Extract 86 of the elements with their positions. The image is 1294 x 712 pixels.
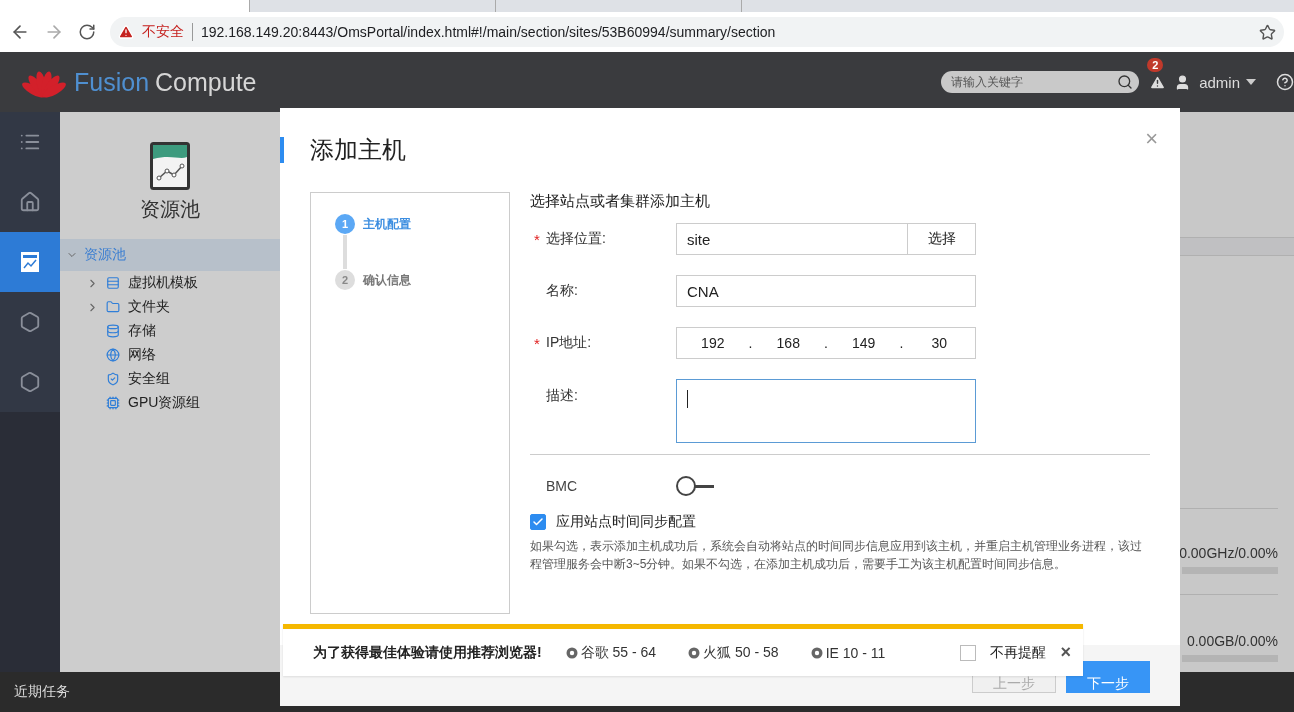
- tree-label: 资源池: [84, 246, 126, 264]
- stat-reading: 0.00GB/0.00%: [1186, 633, 1278, 649]
- tree-item[interactable]: GPU资源组: [60, 391, 280, 415]
- step-number: 2: [335, 270, 355, 290]
- user-name[interactable]: admin: [1199, 73, 1240, 91]
- step-number: 1: [335, 214, 355, 234]
- tree-label: 虚拟机模板: [128, 274, 198, 292]
- name-field[interactable]: CNA: [676, 275, 976, 307]
- sync-note: 如果勾选，表示添加主机成功后，系统会自动将站点的时间同步信息应用到该主机，并重启主机管理业务进程，该过程管理服务会中断3~5分钟。如果不勾选，在添加主机成功后，需要手工为该主机配置时间同步信息。: [530, 538, 1143, 573]
- chart-panel-icon: [20, 251, 40, 273]
- chip-icon: [104, 394, 121, 412]
- rows-icon: [104, 274, 121, 292]
- checkbox-label: 应用站点时间同步配置: [556, 513, 696, 531]
- alert-icon[interactable]: [1149, 73, 1167, 91]
- browser-icon: [688, 646, 701, 659]
- bmc-label: BMC: [545, 478, 579, 494]
- search-field[interactable]: 请输入关键字: [941, 71, 1140, 93]
- bmc-switch[interactable]: [676, 476, 714, 496]
- ip-octet: 30: [930, 335, 948, 351]
- check-icon: [532, 516, 544, 528]
- step-label: 确认信息: [363, 271, 411, 289]
- close-button[interactable]: ×: [1060, 642, 1071, 663]
- ip-separator: .: [899, 335, 904, 351]
- url-text: 192.168.149.20:8443/OmsPortal/index.html#!/main/section/sites/53B60994/summary/section: [201, 24, 777, 40]
- hexagon-icon: [19, 311, 41, 333]
- tree-item[interactable]: 安全组: [60, 367, 280, 391]
- resource-pool-icon: [150, 142, 190, 190]
- tree-label: 安全组: [128, 370, 170, 388]
- location-field[interactable]: site 选择: [676, 223, 976, 255]
- dialog-title: 添加主机: [280, 137, 406, 163]
- browser-version: 火狐 50 - 58: [703, 643, 779, 662]
- field-value: site: [686, 230, 712, 248]
- tree-label: GPU资源组: [128, 394, 201, 412]
- checkbox-label: 不再提醒: [990, 643, 1047, 662]
- warning-icon: [118, 24, 134, 40]
- ip-octet: 192: [700, 335, 726, 351]
- tree-item[interactable]: 文件夹: [60, 295, 280, 319]
- field-label: 名称:: [546, 282, 578, 300]
- nav-item[interactable]: [0, 232, 60, 292]
- ip-separator: .: [824, 335, 828, 351]
- reload-icon[interactable]: [78, 23, 96, 41]
- nav-item[interactable]: [0, 292, 60, 352]
- banner-message: 为了获得最佳体验请使用推荐浏览器!: [313, 643, 542, 662]
- tree-label: 存储: [128, 322, 156, 340]
- ip-octet: 149: [851, 335, 877, 351]
- tree-item[interactable]: 虚拟机模板: [60, 271, 280, 295]
- tree-item[interactable]: 存储: [60, 319, 280, 343]
- ip-separator: .: [748, 335, 753, 351]
- security-label: 不安全: [142, 23, 193, 41]
- browser-icon: [565, 646, 578, 659]
- field-label: 描述:: [546, 387, 578, 405]
- required-mark: *: [534, 334, 541, 352]
- alert-badge: 2: [1147, 57, 1164, 72]
- checkbox[interactable]: [530, 514, 546, 530]
- description-field[interactable]: [676, 379, 976, 443]
- recent-tasks-label[interactable]: 近期任务: [14, 683, 70, 701]
- search-icon[interactable]: [1117, 74, 1134, 90]
- logo-text: Fusion: [74, 67, 150, 97]
- required-mark: *: [534, 230, 541, 248]
- field-label: 选择位置:: [546, 230, 606, 248]
- browser-icon: [810, 646, 823, 659]
- logo-text: Compute: [155, 67, 257, 97]
- panel-title: 资源池: [140, 197, 200, 222]
- field-label: IP地址:: [546, 334, 592, 352]
- step-label: 主机配置: [363, 215, 411, 233]
- home-icon: [19, 191, 41, 213]
- ip-field[interactable]: 192 . 168 . 149 . 30: [676, 327, 976, 359]
- caret-icon[interactable]: [1246, 79, 1256, 85]
- browser-version: 谷歌 55 - 64: [580, 643, 657, 662]
- hexagon-icon: [19, 371, 41, 393]
- tree-label: 文件夹: [128, 298, 170, 316]
- nav-item[interactable]: [0, 112, 60, 172]
- nav-item[interactable]: [0, 352, 60, 412]
- browser-version: IE 10 - 11: [825, 644, 886, 661]
- checkbox[interactable]: [960, 644, 977, 661]
- globe-icon: [104, 346, 121, 364]
- database-icon: [104, 322, 121, 340]
- nav-item[interactable]: [0, 172, 60, 232]
- form-heading: 选择站点或者集群添加主机: [530, 192, 711, 211]
- tree-item[interactable]: 网络: [60, 343, 280, 367]
- address-field[interactable]: 不安全 192.168.149.20:8443/OmsPortal/index.html#!/main/section/sites/53B60994/summary/section: [110, 17, 1284, 47]
- stat-reading: 0.00GHz/0.00%: [1179, 545, 1278, 561]
- tree-label: 网络: [128, 346, 156, 364]
- star-icon[interactable]: [1259, 23, 1276, 41]
- help-icon[interactable]: [1276, 73, 1294, 91]
- ip-octet: 168: [775, 335, 801, 351]
